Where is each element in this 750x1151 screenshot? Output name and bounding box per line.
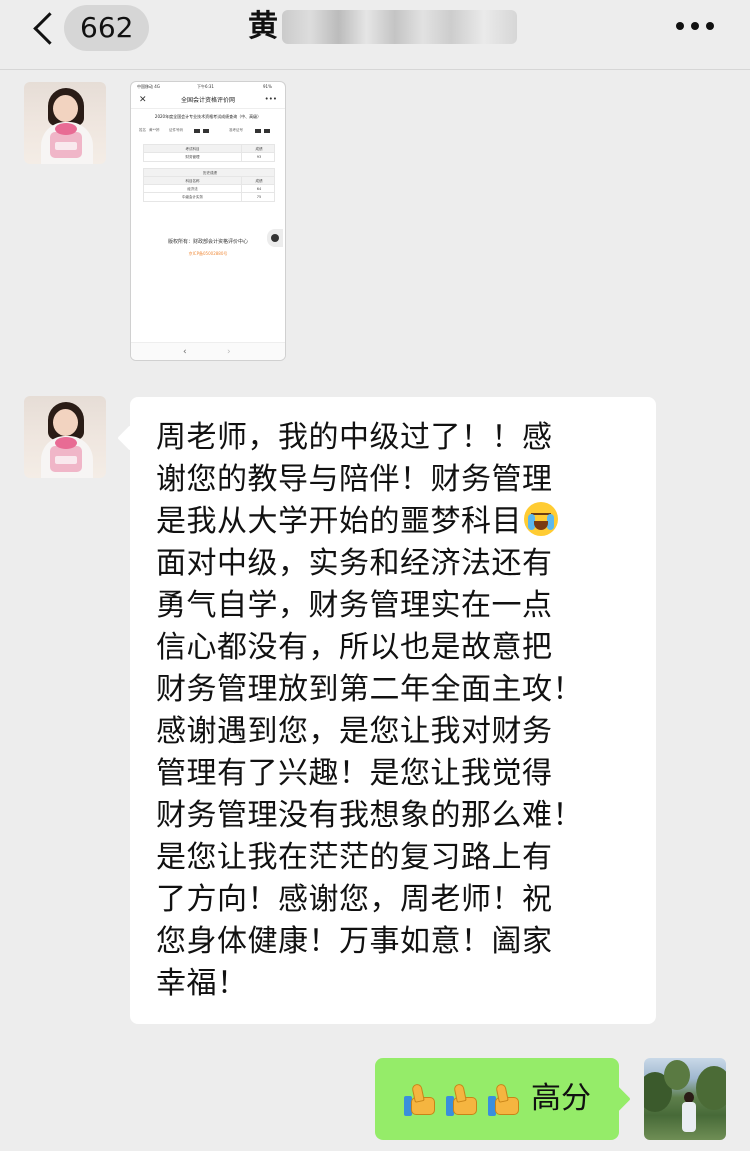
contact-avatar[interactable] bbox=[24, 82, 106, 164]
table-row: 经济法 64 bbox=[144, 185, 274, 193]
table-row: 财务管理 93 bbox=[144, 153, 274, 161]
screenshot-info-row: 姓名 黄**婷 证件号码 准考证号 bbox=[139, 128, 277, 136]
screenshot-copyright: 版权所有：财政部会计资格评价中心 bbox=[167, 239, 248, 245]
own-avatar[interactable] bbox=[644, 1058, 726, 1140]
screenshot-carrier: 中国移动 4G bbox=[137, 84, 160, 89]
thumbs-up-icon bbox=[403, 1081, 439, 1117]
forward-chevron-icon: › bbox=[227, 347, 231, 357]
message-line: 财务管理放到第二年全面主攻！ bbox=[156, 672, 583, 707]
cert-label: 准考证号 bbox=[229, 128, 243, 132]
message-line: 了方向！感谢您，周老师！祝 bbox=[156, 882, 553, 917]
message-line: 管理有了兴趣！是您让我觉得 bbox=[156, 756, 553, 791]
message-line: 面对中级，实务和经济法还有 bbox=[156, 546, 553, 581]
thumbs-up-icon bbox=[445, 1081, 481, 1117]
name-value: 黄**婷 bbox=[149, 128, 160, 132]
unread-count-badge[interactable]: 662 bbox=[64, 5, 150, 51]
chat-header: 662 黄 bbox=[0, 0, 750, 70]
screenshot-icp-link: 京ICP备05002880号 bbox=[188, 251, 228, 256]
message-line: 财务管理没有我想象的那么难！ bbox=[156, 798, 583, 833]
message-line: 信心都没有，所以也是故意把 bbox=[156, 630, 553, 665]
message-line-with-emoji: 是我从大学开始的噩梦科目 bbox=[156, 501, 558, 543]
shared-screenshot-image[interactable]: 中国移动 4G 下午6:31 91% ✕ 全国会计资格评价网 ••• 2020年… bbox=[130, 81, 286, 361]
back-chevron-icon: ‹ bbox=[183, 347, 187, 357]
screenshot-status-bar: 中国移动 4G 下午6:31 91% bbox=[131, 82, 285, 92]
screenshot-site-title: 全国会计资格评价网 bbox=[180, 97, 235, 104]
screenshot-nav-bar: ✕ 全国会计资格评价网 ••• bbox=[131, 93, 285, 109]
incoming-message-bubble[interactable]: 周老师，我的中级过了！！感 谢您的教导与陪伴！财务管理 是我从大学开始的噩梦科目… bbox=[130, 397, 656, 1024]
title-blur-mask bbox=[282, 10, 517, 44]
screenshot-bottom-bar: ‹ › bbox=[131, 342, 285, 360]
table-row: 考试科目 成绩 bbox=[144, 145, 274, 153]
outgoing-message-bubble[interactable]: 高分 bbox=[375, 1058, 619, 1140]
message-line: 您身体健康！万事如意！阖家 bbox=[156, 924, 553, 959]
name-label: 姓名 bbox=[139, 128, 146, 132]
id-label: 证件号码 bbox=[169, 128, 183, 132]
message-line: 谢您的教导与陪伴！财务管理 bbox=[156, 462, 553, 497]
history-table: 历史成绩 科目名称 成绩 经济法 64 中级会计实务 75 bbox=[143, 168, 275, 202]
message-line: 勇气自学，财务管理实在一点 bbox=[156, 588, 553, 623]
chat-title-text: 黄 bbox=[248, 9, 278, 44]
table-row: 历史成绩 bbox=[144, 169, 274, 177]
back-arrow-icon[interactable] bbox=[30, 8, 60, 48]
message-line: 周老师，我的中级过了！！感 bbox=[156, 420, 553, 455]
message-line: 幸福！ bbox=[156, 966, 248, 1001]
message-line: 是您让我在茫茫的复习路上有 bbox=[156, 840, 553, 875]
message-line: 是我从大学开始的噩梦科目 bbox=[156, 504, 522, 539]
screenshot-subtitle: 2020年度全国会计专业技术资格考试成绩查询（中、高级） bbox=[154, 114, 262, 119]
outgoing-message-text: 高分 bbox=[531, 1081, 591, 1116]
outgoing-message-content: 高分 bbox=[403, 1078, 591, 1120]
thumbs-up-icon bbox=[487, 1081, 523, 1117]
chat-title: 黄 bbox=[248, 6, 517, 48]
table-row: 科目名称 成绩 bbox=[144, 177, 274, 185]
screenshot-battery: 91% bbox=[263, 84, 272, 89]
contact-avatar[interactable] bbox=[24, 396, 106, 478]
more-options-icon[interactable] bbox=[676, 20, 714, 32]
score-table: 考试科目 成绩 财务管理 93 bbox=[143, 144, 275, 162]
screenshot-time: 下午6:31 bbox=[197, 84, 214, 89]
message-line: 感谢遇到您，是您让我对财务 bbox=[156, 714, 553, 749]
table-row: 中级会计实务 75 bbox=[144, 193, 274, 201]
more-icon: ••• bbox=[264, 95, 277, 103]
loudly-crying-face-icon bbox=[524, 502, 558, 536]
